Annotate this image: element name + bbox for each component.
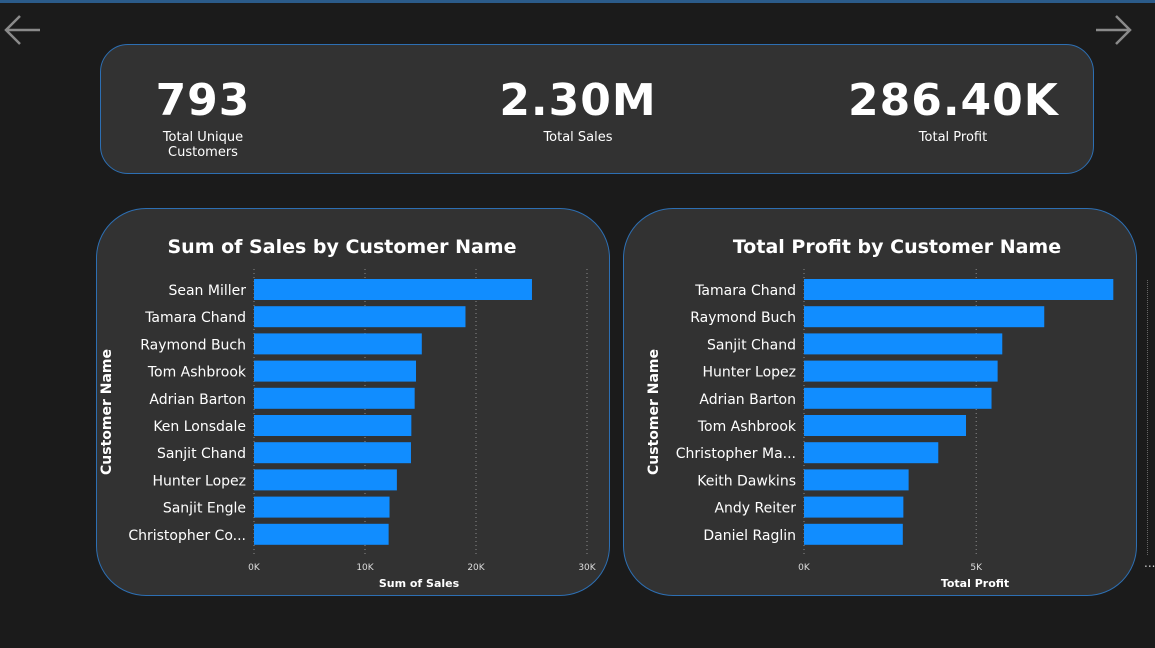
kpi-value: 286.40K	[848, 75, 1059, 126]
arrow-left-icon[interactable]	[0, 8, 44, 52]
category-label: Christopher Ma...	[676, 446, 796, 462]
sales-bar[interactable]	[254, 523, 389, 545]
category-label: Hunter Lopez	[702, 365, 796, 381]
category-label: Tom Ashbrook	[697, 419, 797, 435]
x-axis-title: Total Profit	[941, 577, 1009, 590]
sales-bar[interactable]	[254, 387, 415, 409]
profit-bar[interactable]	[804, 306, 1045, 328]
x-tick-label: 10K	[356, 563, 374, 573]
category-label: Tamara Chand	[694, 283, 796, 299]
x-tick-label: 20K	[467, 563, 485, 573]
category-label: Adrian Barton	[699, 392, 796, 408]
profit-bar[interactable]	[804, 415, 967, 436]
kpi-label: Total Unique Customers	[162, 129, 244, 160]
kpi-label: Total Sales	[543, 129, 613, 145]
profit-bar[interactable]	[804, 469, 909, 491]
category-label: Andy Reiter	[714, 501, 796, 517]
profit-bar-chart-svg: Total Profit by Customer Name Customer Na…	[646, 236, 1114, 590]
category-label: Raymond Buch	[140, 337, 246, 353]
category-label: Ken Lonsdale	[153, 419, 246, 435]
kpi-card: 793 Total Unique Customers 2.30M Total S…	[100, 44, 1094, 174]
chart-title: Total Profit by Customer Name	[733, 236, 1061, 258]
category-label: Sanjit Chand	[157, 446, 246, 462]
profit-bar[interactable]	[804, 360, 998, 382]
profit-bar[interactable]	[804, 279, 1114, 300]
sales-bar[interactable]	[254, 279, 532, 300]
profit-bar[interactable]	[804, 333, 1003, 355]
kpi-total-sales: 2.30M Total Sales	[498, 75, 658, 145]
category-label: Daniel Raglin	[703, 528, 796, 544]
category-label: Adrian Barton	[149, 392, 246, 408]
kpi-value: 2.30M	[499, 75, 657, 126]
category-label: Sanjit Engle	[163, 501, 246, 517]
kpi-label: Total Profit	[918, 129, 988, 145]
profit-by-customer-chart[interactable]: Total Profit by Customer Name Customer Na…	[623, 208, 1137, 596]
sales-bar[interactable]	[254, 415, 412, 436]
category-label: Keith Dawkins	[697, 473, 796, 489]
category-label: Christopher Co...	[128, 528, 246, 544]
y-axis-title: Customer Name	[99, 349, 115, 475]
x-axis-title: Sum of Sales	[379, 577, 460, 590]
x-tick-label: 30K	[578, 563, 596, 573]
category-label: Tom Ashbrook	[147, 365, 247, 381]
profit-bar[interactable]	[804, 442, 939, 464]
top-border	[0, 0, 1155, 3]
sales-bar[interactable]	[254, 360, 417, 382]
kpi-value: 793	[155, 75, 251, 126]
scroll-guide	[1147, 280, 1148, 555]
profit-bar[interactable]	[804, 496, 904, 518]
x-tick-label: 0K	[248, 563, 261, 573]
arrow-right-icon[interactable]	[1092, 8, 1136, 52]
sales-by-customer-chart[interactable]: Sum of Sales by Customer Name Customer Na…	[96, 208, 610, 596]
sales-bar[interactable]	[254, 496, 390, 518]
chart-title: Sum of Sales by Customer Name	[168, 236, 517, 258]
sales-bar-chart-svg: Sum of Sales by Customer Name Customer Na…	[99, 236, 597, 590]
sales-bar[interactable]	[254, 469, 397, 491]
profit-bar[interactable]	[804, 523, 903, 545]
category-label: Sean Miller	[168, 283, 246, 299]
category-label: Hunter Lopez	[152, 473, 246, 489]
x-tick-label: 5K	[970, 563, 983, 573]
category-label: Sanjit Chand	[707, 337, 796, 353]
category-label: Tamara Chand	[144, 310, 246, 326]
category-label: Raymond Buch	[690, 310, 796, 326]
profit-bar[interactable]	[804, 387, 992, 409]
more-indicator[interactable]: ...	[1144, 556, 1155, 570]
y-axis-title: Customer Name	[646, 349, 662, 475]
sales-bar[interactable]	[254, 442, 411, 464]
kpi-total-unique-customers: 793 Total Unique Customers	[126, 75, 280, 160]
kpi-total-profit: 286.40K Total Profit	[848, 75, 1058, 145]
sales-bar[interactable]	[254, 306, 466, 328]
sales-bar[interactable]	[254, 333, 422, 355]
x-tick-label: 0K	[798, 563, 811, 573]
